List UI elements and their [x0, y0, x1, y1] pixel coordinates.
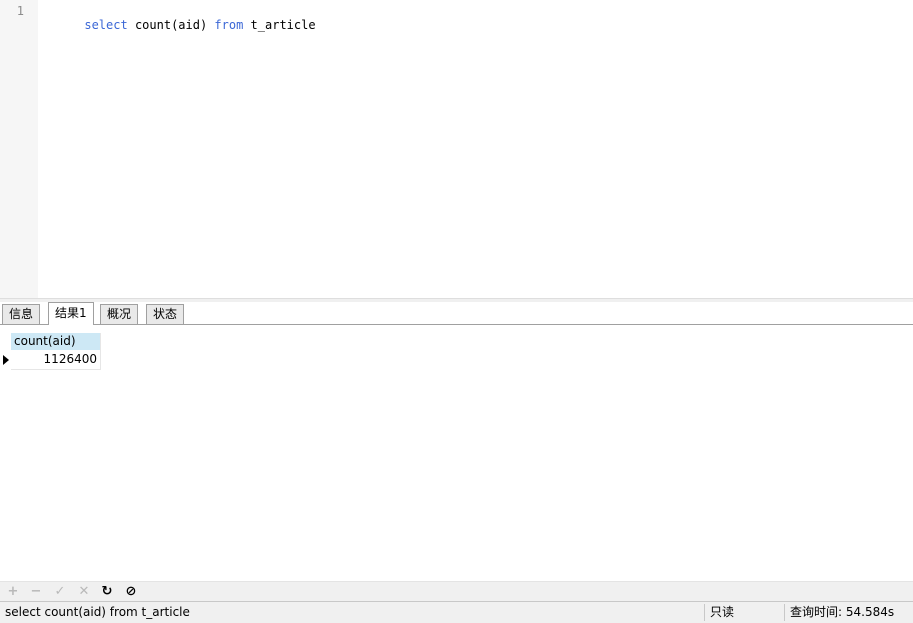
result-grid: count(aid) 1126400 [0, 333, 101, 371]
column-header[interactable]: count(aid) [11, 333, 101, 350]
current-row-arrow-icon [3, 355, 9, 365]
status-query-time: 查询时间: 54.584s [790, 605, 895, 619]
minus-icon[interactable]: − [27, 583, 45, 600]
grid-corner [0, 333, 11, 350]
code-token: from [214, 18, 244, 32]
refresh-icon[interactable]: ↻ [98, 583, 116, 600]
status-divider [704, 604, 705, 621]
table-cell[interactable]: 1126400 [11, 350, 101, 370]
status-divider [784, 604, 785, 621]
status-bar: select count(aid) from t_article 只读 查询时间… [0, 601, 913, 623]
line-number-gutter: 1 [0, 0, 38, 298]
query-window: 1 select count(aid) from t_article 信息 结果… [0, 0, 913, 623]
code-token: select [84, 18, 128, 32]
plus-icon[interactable]: + [4, 583, 22, 600]
code-token: count(aid) [127, 18, 215, 32]
tab-profile[interactable]: 概况 [100, 304, 139, 324]
sql-editor[interactable]: 1 select count(aid) from t_article [0, 0, 913, 298]
tab-result1[interactable]: 结果1 [48, 302, 94, 325]
status-readonly: 只读 [710, 605, 735, 619]
code-token: t_article [243, 18, 316, 32]
line-number: 1 [16, 4, 24, 18]
stop-icon[interactable]: ⊘ [122, 583, 140, 600]
tab-info[interactable]: 信息 [2, 304, 41, 324]
cross-icon[interactable]: ✕ [75, 583, 93, 600]
tab-status[interactable]: 状态 [146, 304, 185, 324]
tabbar-divider [0, 324, 913, 325]
grid-toolbar: + − ✓ ✕ ↻ ⊘ [0, 581, 913, 601]
row-marker[interactable] [0, 350, 11, 370]
code-line[interactable]: select count(aid) from t_article [41, 4, 316, 46]
status-sql-text: select count(aid) from t_article [5, 605, 190, 619]
check-icon[interactable]: ✓ [51, 583, 69, 600]
